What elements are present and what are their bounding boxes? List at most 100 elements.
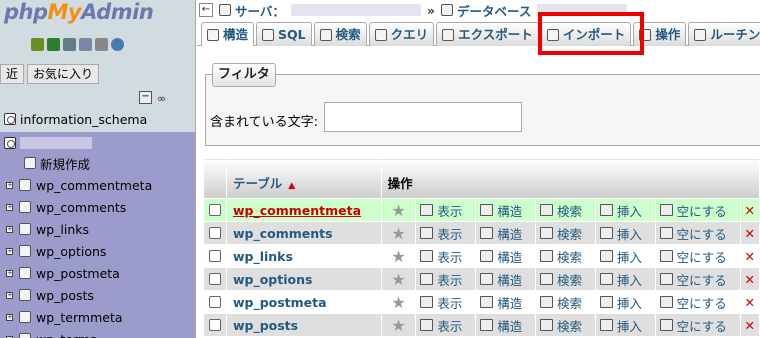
- insert-link[interactable]: 挿入: [599, 293, 651, 312]
- sidebar-table-item[interactable]: + wp_comments: [0, 196, 195, 218]
- sidebar-table-item[interactable]: + wp_commentmeta: [0, 174, 195, 196]
- sidebar-table-item[interactable]: +wp_terms: [0, 328, 195, 338]
- table-row[interactable]: wp_comments ★ 表示 構造 検索 挿入 空にする ✕: [203, 221, 760, 245]
- empty-link[interactable]: 空にする: [659, 293, 736, 312]
- recent-tab[interactable]: 近: [0, 64, 25, 84]
- insert-link[interactable]: 挿入: [599, 316, 651, 335]
- row-checkbox[interactable]: [208, 319, 221, 331]
- sql-docs-icon[interactable]: [79, 38, 92, 51]
- browse-link[interactable]: 表示: [420, 270, 471, 289]
- breadcrumb-server[interactable]: サーバ：: [235, 1, 285, 20]
- tab-import[interactable]: インポート: [540, 22, 632, 46]
- favorite-star-icon[interactable]: ★: [386, 293, 412, 312]
- drop-icon[interactable]: ✕: [745, 226, 755, 241]
- table-name-link[interactable]: wp_comments: [225, 221, 382, 245]
- expand-icon[interactable]: +: [6, 313, 13, 321]
- search-link[interactable]: 検索: [540, 270, 591, 289]
- structure-link[interactable]: 構造: [480, 270, 531, 289]
- tab-structure[interactable]: 構造: [201, 22, 255, 46]
- empty-link[interactable]: 空にする: [659, 247, 736, 266]
- collapse-all-button[interactable]: −: [139, 91, 152, 104]
- phpmyadmin-logo[interactable]: phpMyAdmin: [4, 0, 154, 24]
- docs-icon[interactable]: [63, 38, 76, 51]
- link-with-main-icon[interactable]: ∞: [157, 92, 166, 105]
- tab-export[interactable]: エクスポート: [436, 22, 539, 46]
- structure-link[interactable]: 構造: [480, 293, 531, 312]
- home-icon[interactable]: [31, 38, 44, 51]
- table-row[interactable]: wp_posts ★ 表示 構造 検索 挿入 空にする ✕: [203, 313, 760, 337]
- header-table-name[interactable]: テーブル ▲: [225, 158, 382, 199]
- expand-icon[interactable]: +: [6, 225, 13, 233]
- structure-link[interactable]: 構造: [480, 224, 531, 243]
- expand-icon[interactable]: +: [6, 291, 13, 299]
- sidebar-table-item[interactable]: + wp_links: [0, 218, 195, 240]
- empty-link[interactable]: 空にする: [659, 270, 736, 289]
- structure-link[interactable]: 構造: [480, 201, 531, 220]
- insert-link[interactable]: 挿入: [599, 270, 651, 289]
- sidebar-table-item[interactable]: + wp_termmeta: [0, 306, 195, 328]
- browse-link[interactable]: 表示: [420, 247, 471, 266]
- tab-operations[interactable]: 操作: [633, 22, 687, 46]
- browse-link[interactable]: 表示: [420, 316, 471, 335]
- row-checkbox[interactable]: [208, 204, 221, 216]
- back-arrow-icon[interactable]: ←: [199, 3, 213, 17]
- empty-link[interactable]: 空にする: [659, 201, 736, 220]
- table-row[interactable]: wp_postmeta ★ 表示 構造 検索 挿入 空にする ✕: [203, 290, 760, 314]
- empty-link[interactable]: 空にする: [659, 316, 736, 335]
- db-information-schema[interactable]: information_schema: [0, 108, 195, 130]
- drop-icon[interactable]: ✕: [745, 203, 755, 218]
- favorite-star-icon[interactable]: ★: [386, 201, 412, 220]
- search-link[interactable]: 検索: [540, 247, 591, 266]
- tab-query[interactable]: クエリ: [368, 22, 435, 46]
- table-row[interactable]: wp_options ★ 表示 構造 検索 挿入 空にする ✕: [203, 267, 760, 291]
- insert-link[interactable]: 挿入: [599, 224, 651, 243]
- drop-icon[interactable]: ✕: [745, 295, 755, 310]
- structure-link[interactable]: 構造: [480, 316, 531, 335]
- favorite-star-icon[interactable]: ★: [386, 316, 412, 335]
- insert-link[interactable]: 挿入: [599, 201, 651, 220]
- reload-icon[interactable]: [111, 38, 124, 51]
- row-checkbox[interactable]: [208, 227, 221, 239]
- row-checkbox[interactable]: [208, 273, 221, 285]
- row-checkbox[interactable]: [208, 250, 221, 262]
- search-link[interactable]: 検索: [540, 316, 591, 335]
- expand-icon[interactable]: +: [6, 181, 13, 189]
- tab-routines[interactable]: ルーチン: [688, 22, 760, 46]
- favorites-tab[interactable]: お気に入り: [27, 64, 100, 84]
- browse-link[interactable]: 表示: [420, 293, 471, 312]
- favorite-star-icon[interactable]: ★: [386, 247, 412, 266]
- sidebar-table-item[interactable]: + wp_options: [0, 240, 195, 262]
- expand-icon[interactable]: +: [6, 269, 13, 277]
- expand-icon[interactable]: +: [6, 247, 13, 255]
- table-name-link[interactable]: wp_links: [225, 244, 382, 268]
- drop-icon[interactable]: ✕: [745, 272, 755, 287]
- table-name-link[interactable]: wp_posts: [225, 313, 382, 337]
- settings-icon[interactable]: [95, 38, 108, 51]
- browse-link[interactable]: 表示: [420, 224, 471, 243]
- tab-search[interactable]: 検索: [313, 22, 367, 46]
- empty-link[interactable]: 空にする: [659, 224, 736, 243]
- new-table-item[interactable]: 新規作成: [0, 152, 195, 174]
- favorite-star-icon[interactable]: ★: [386, 270, 412, 289]
- search-link[interactable]: 検索: [540, 201, 591, 220]
- selected-db[interactable]: [0, 132, 195, 154]
- table-name-link[interactable]: wp_commentmeta: [225, 198, 382, 222]
- breadcrumb-database[interactable]: データベース: [457, 1, 531, 20]
- table-row[interactable]: wp_commentmeta ★ 表示 構造 検索 挿入 空にする ✕: [203, 198, 760, 222]
- sidebar-table-item[interactable]: + wp_posts: [0, 284, 195, 306]
- favorite-star-icon[interactable]: ★: [386, 224, 412, 243]
- search-link[interactable]: 検索: [540, 293, 591, 312]
- row-checkbox[interactable]: [208, 296, 221, 308]
- table-name-link[interactable]: wp_options: [225, 267, 382, 291]
- drop-icon[interactable]: ✕: [745, 249, 755, 264]
- sidebar-table-item[interactable]: + wp_postmeta: [0, 262, 195, 284]
- drop-icon[interactable]: ✕: [745, 318, 755, 333]
- filter-input[interactable]: [324, 102, 522, 132]
- tab-sql[interactable]: SQL: [256, 22, 312, 46]
- table-name-link[interactable]: wp_postmeta: [225, 290, 382, 314]
- logout-icon[interactable]: [47, 38, 60, 51]
- browse-link[interactable]: 表示: [420, 201, 471, 220]
- table-row[interactable]: wp_links ★ 表示 構造 検索 挿入 空にする ✕: [203, 244, 760, 268]
- structure-link[interactable]: 構造: [480, 247, 531, 266]
- insert-link[interactable]: 挿入: [599, 247, 651, 266]
